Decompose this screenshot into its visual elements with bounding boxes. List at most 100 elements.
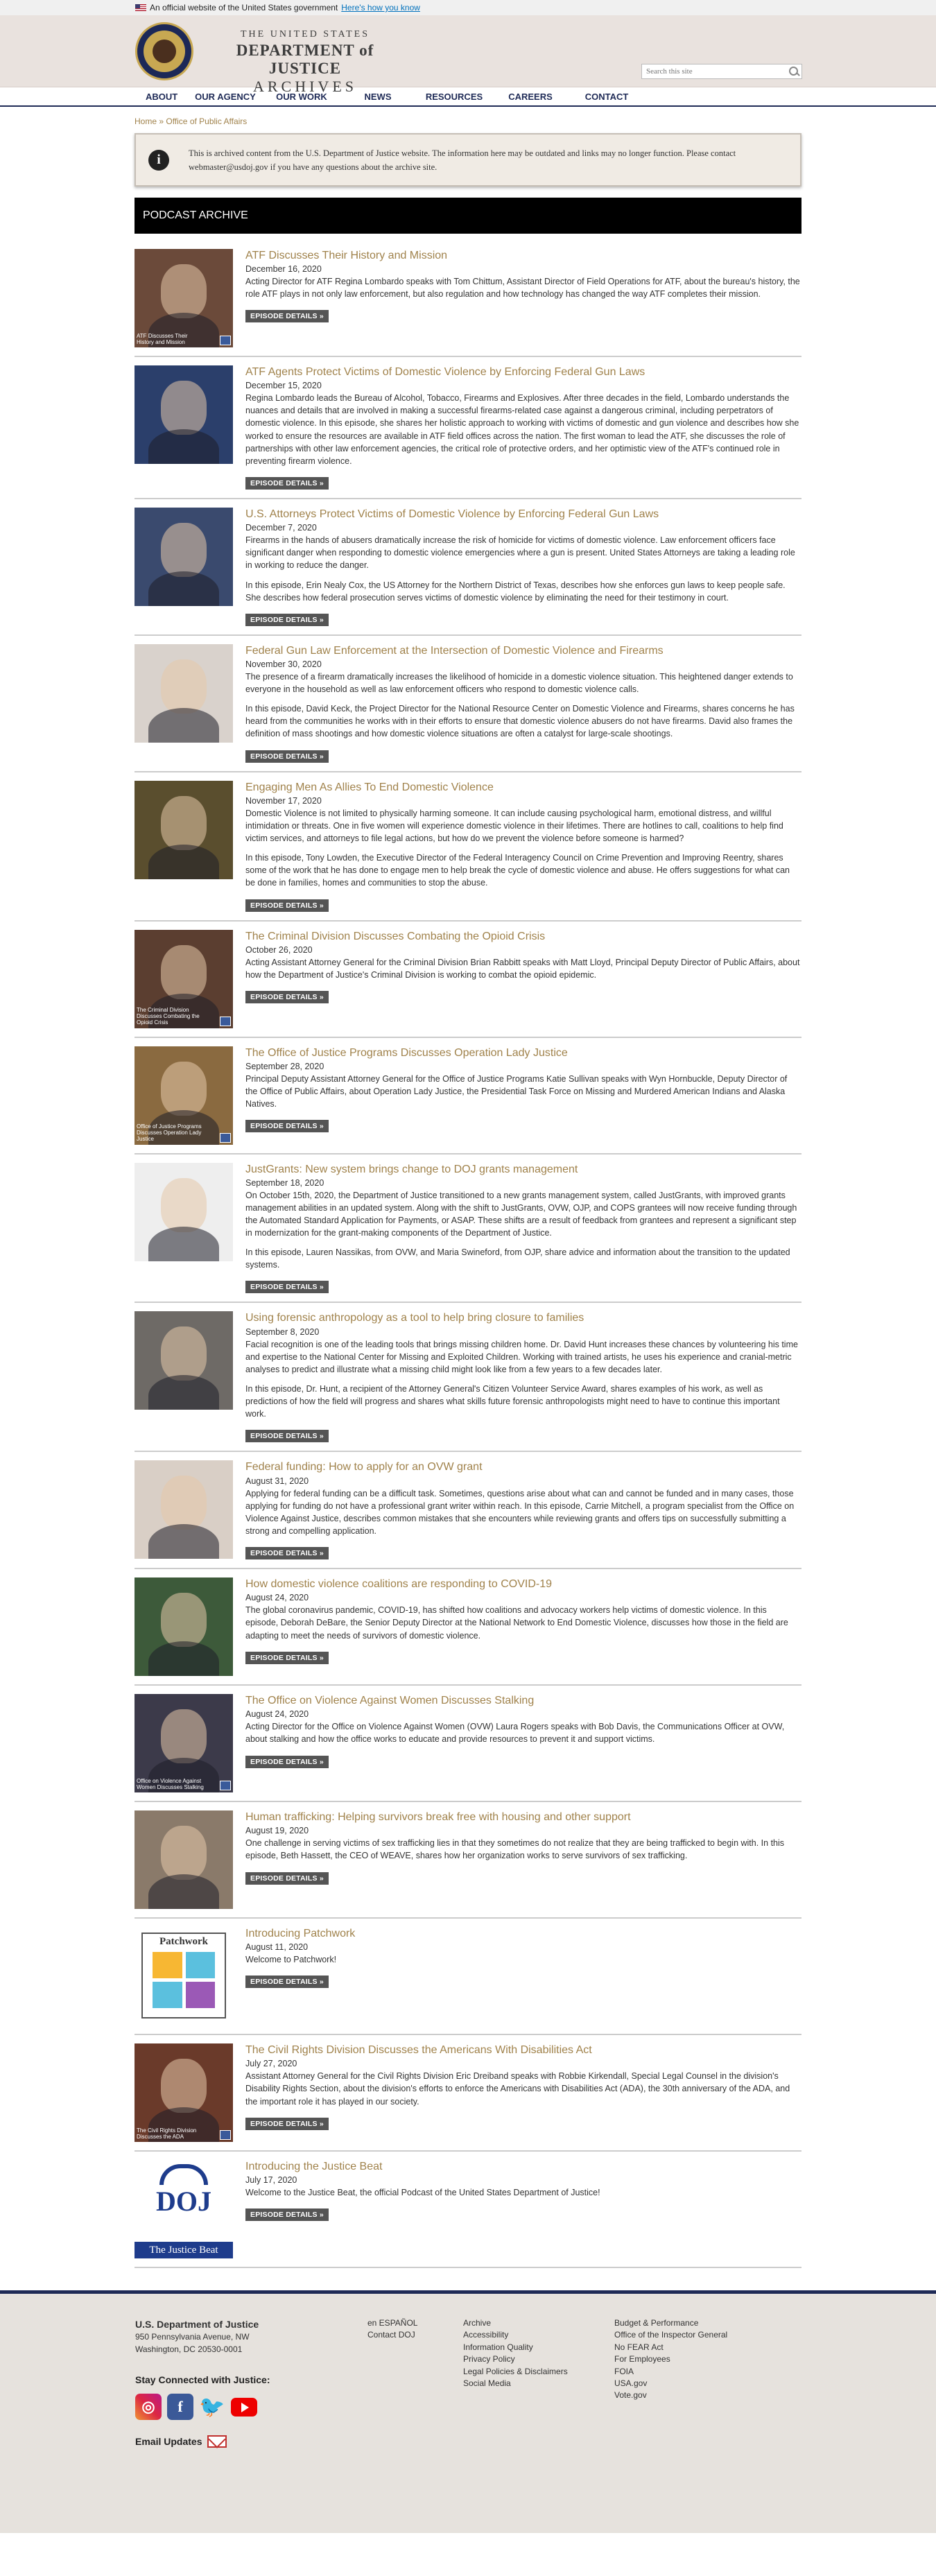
episode-details-button[interactable]: EPISODE DETAILS » (245, 2117, 329, 2130)
episode-details-button[interactable]: EPISODE DETAILS » (245, 1430, 329, 1443)
episode-thumbnail[interactable] (135, 1577, 233, 1677)
facebook-icon[interactable]: f (167, 2394, 193, 2421)
footer-link-budget[interactable]: Budget & Performance (614, 2317, 727, 2329)
episode-thumbnail[interactable] (135, 1162, 233, 1261)
episode-body: Engaging Men As Allies To End Domestic V… (245, 781, 801, 912)
footer-link-oig[interactable]: Office of the Inspector General (614, 2329, 727, 2341)
episode-body: Introducing Patchwork August 11, 2020 We… (245, 1927, 801, 2025)
episode-title-link[interactable]: Engaging Men As Allies To End Domestic V… (245, 781, 801, 794)
episode-thumbnail[interactable]: DOJ The Justice Beat (135, 2160, 233, 2259)
episode-description: In this episode, Dr. Hunt, a recipient o… (245, 1384, 780, 1419)
episode-body: The Criminal Division Discusses Combatin… (245, 930, 801, 1028)
footer-link-foia[interactable]: FOIA (614, 2366, 727, 2378)
episode-thumbnail[interactable] (135, 1311, 233, 1410)
episode-details-button[interactable]: EPISODE DETAILS » (245, 2208, 329, 2222)
episode-thumbnail[interactable]: The Civil Rights Division Discusses the … (135, 2043, 233, 2143)
episode-title-link[interactable]: Introducing the Justice Beat (245, 2160, 801, 2173)
episode-thumbnail[interactable]: Patchwork (135, 1927, 233, 2026)
episode-thumbnail[interactable]: Office of Justice Programs Discusses Ope… (135, 1046, 233, 1145)
search-input[interactable] (642, 67, 786, 76)
breadcrumb-current[interactable]: Office of Public Affairs (166, 116, 247, 126)
footer-address-line-1: 950 Pennsylvania Avenue, NW (135, 2332, 250, 2342)
episode-details-button[interactable]: EPISODE DETAILS » (245, 476, 329, 490)
episode-title-link[interactable]: ATF Discusses Their History and Mission (245, 249, 801, 262)
episode-title-link[interactable]: The Civil Rights Division Discusses the … (245, 2043, 801, 2057)
footer-link-espanol[interactable]: en ESPAÑOL (367, 2317, 417, 2329)
episode-thumbnail[interactable] (135, 643, 233, 743)
episode-thumbnail[interactable]: The Criminal Division Discusses Combatin… (135, 929, 233, 1028)
site-logo-text[interactable]: THE UNITED STATES DEPARTMENT of JUSTICE … (201, 29, 409, 96)
episode-thumbnail[interactable] (135, 780, 233, 879)
episode-body: ATF Agents Protect Victims of Domestic V… (245, 365, 801, 490)
episode-details-button[interactable]: EPISODE DETAILS » (245, 310, 329, 323)
email-updates-link[interactable]: Email Updates (135, 2435, 227, 2448)
episode-date: September 8, 2020 (245, 1326, 320, 1337)
episode-details-button[interactable]: EPISODE DETAILS » (245, 1755, 329, 1768)
episode-title-link[interactable]: The Office of Justice Programs Discusses… (245, 1046, 801, 1060)
nav-item-contact[interactable]: CONTACT (569, 87, 645, 105)
footer-link-vote[interactable]: Vote.gov (614, 2389, 727, 2401)
twitter-icon[interactable]: 🐦 (199, 2394, 225, 2420)
episode-title-link[interactable]: The Criminal Division Discusses Combatin… (245, 930, 801, 943)
email-updates-label: Email Updates (135, 2436, 202, 2448)
footer-link-no-fear[interactable]: No FEAR Act (614, 2342, 727, 2353)
footer-link-contact[interactable]: Contact DOJ (367, 2329, 417, 2341)
episode-title-link[interactable]: Using forensic anthropology as a tool to… (245, 1311, 801, 1324)
episode-item: Engaging Men As Allies To End Domestic V… (135, 772, 801, 922)
footer-link-info-quality[interactable]: Information Quality (463, 2342, 568, 2353)
episode-thumbnail[interactable] (135, 1460, 233, 1559)
episode-title-link[interactable]: Federal funding: How to apply for an OVW… (245, 1460, 801, 1473)
nav-item-about[interactable]: ABOUT (135, 87, 187, 105)
episode-title-link[interactable]: ATF Agents Protect Victims of Domestic V… (245, 365, 801, 379)
episode-item: The Civil Rights Division Discusses the … (135, 2035, 801, 2152)
episode-description: Welcome to the Justice Beat, the officia… (245, 2188, 600, 2198)
episode-title-link[interactable]: Introducing Patchwork (245, 1927, 801, 1940)
episode-details-button[interactable]: EPISODE DETAILS » (245, 1120, 329, 1133)
youtube-icon[interactable] (231, 2394, 257, 2420)
nav-item-careers[interactable]: CAREERS (492, 87, 569, 105)
footer-link-employees[interactable]: For Employees (614, 2353, 727, 2365)
footer-link-accessibility[interactable]: Accessibility (463, 2329, 568, 2341)
episode-item: Office of Justice Programs Discusses Ope… (135, 1038, 801, 1155)
doj-seal-icon[interactable] (135, 22, 193, 80)
doj-seal-icon (220, 1781, 231, 1791)
info-icon: i (148, 149, 169, 171)
footer-link-social-media[interactable]: Social Media (463, 2378, 568, 2389)
instagram-icon[interactable]: ◎ (135, 2394, 162, 2421)
episode-date: July 17, 2020 (245, 2175, 297, 2186)
footer-link-privacy[interactable]: Privacy Policy (463, 2353, 568, 2365)
episode-body: The Office of Justice Programs Discusses… (245, 1046, 801, 1145)
nav-item-resources[interactable]: RESOURCES (416, 87, 492, 105)
episode-details-button[interactable]: EPISODE DETAILS » (245, 750, 329, 763)
episode-body: How domestic violence coalitions are res… (245, 1577, 801, 1676)
episode-title-link[interactable]: JustGrants: New system brings change to … (245, 1163, 801, 1176)
search-icon[interactable] (786, 64, 801, 78)
episode-title-link[interactable]: Human trafficking: Helping survivors bre… (245, 1810, 801, 1824)
episode-title-link[interactable]: The Office on Violence Against Women Dis… (245, 1694, 801, 1707)
footer-link-legal[interactable]: Legal Policies & Disclaimers (463, 2366, 568, 2378)
episode-details-button[interactable]: EPISODE DETAILS » (245, 1976, 329, 1989)
episode-title-link[interactable]: How domestic violence coalitions are res… (245, 1577, 801, 1591)
episode-details-button[interactable]: EPISODE DETAILS » (245, 899, 329, 912)
episode-details-button[interactable]: EPISODE DETAILS » (245, 1281, 329, 1294)
heres-how-you-know-link[interactable]: Here's how you know (341, 3, 420, 12)
episode-description: On October 15th, 2020, the Department of… (245, 1190, 797, 1238)
episode-thumbnail[interactable] (135, 365, 233, 464)
episode-thumbnail[interactable]: ATF Discusses Their History and Mission (135, 249, 233, 347)
footer-link-usagov[interactable]: USA.gov (614, 2378, 727, 2389)
breadcrumb-home[interactable]: Home (135, 116, 157, 126)
episode-thumbnail[interactable]: Office on Violence Against Women Discuss… (135, 1694, 233, 1793)
episode-details-button[interactable]: EPISODE DETAILS » (245, 1872, 329, 1885)
episode-details-button[interactable]: EPISODE DETAILS » (245, 1547, 329, 1560)
episode-description: Firearms in the hands of abusers dramati… (245, 535, 795, 571)
episode-title-link[interactable]: U.S. Attorneys Protect Victims of Domest… (245, 508, 801, 521)
footer-link-archive[interactable]: Archive (463, 2317, 568, 2329)
episode-details-button[interactable]: EPISODE DETAILS » (245, 990, 329, 1003)
episode-details-button[interactable]: EPISODE DETAILS » (245, 613, 329, 626)
episode-title-link[interactable]: Federal Gun Law Enforcement at the Inter… (245, 644, 801, 657)
episode-description: Facial recognition is one of the leading… (245, 1339, 798, 1374)
episode-thumbnail[interactable] (135, 507, 233, 606)
episode-thumbnail[interactable] (135, 1810, 233, 1910)
episode-description: Acting Assistant Attorney General for th… (245, 957, 800, 980)
episode-details-button[interactable]: EPISODE DETAILS » (245, 1651, 329, 1664)
